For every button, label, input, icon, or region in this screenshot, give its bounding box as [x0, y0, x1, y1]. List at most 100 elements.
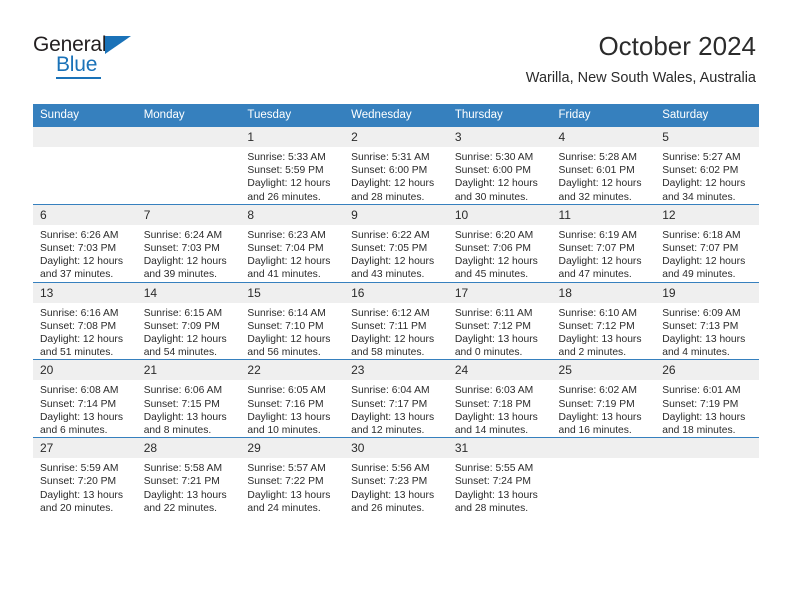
day-number: 1: [240, 127, 345, 147]
sunset-time: Sunset: 7:17 PM: [351, 398, 428, 410]
daylight-duration-line2: and 51 minutes.: [40, 347, 114, 359]
calendar-day-cell[interactable]: 16 Sunrise: 6:12 AM Sunset: 7:11 PM Dayligh…: [344, 281, 448, 360]
sunrise-time: Sunrise: 6:14 AM: [247, 307, 326, 319]
daylight-duration-line2: and 22 minutes.: [143, 502, 217, 514]
sunset-time: Sunset: 7:07 PM: [662, 243, 739, 255]
calendar-day-cell-empty: [33, 127, 137, 204]
weekday-header-saturday: Saturday: [655, 104, 759, 127]
calendar-day-cell[interactable]: 15 Sunrise: 6:14 AM Sunset: 7:10 PM Dayligh…: [240, 281, 345, 360]
calendar-day-cell[interactable]: 13 Sunrise: 6:16 AM Sunset: 7:08 PM Dayligh…: [33, 281, 137, 360]
calendar-day-cell-empty: [136, 127, 241, 204]
day-number: 12: [655, 204, 759, 225]
calendar-day-cell[interactable]: 20 Sunrise: 6:08 AM Sunset: 7:14 PM Dayligh…: [33, 359, 137, 438]
sunset-time: Sunset: 7:07 PM: [558, 243, 635, 255]
day-details: Sunrise: 5:28 AM Sunset: 6:01 PM Daylight:…: [552, 147, 656, 204]
calendar-day-cell[interactable]: 28 Sunrise: 5:58 AM Sunset: 7:21 PM Dayligh…: [136, 437, 241, 516]
sunset-time: Sunset: 6:02 PM: [662, 165, 739, 177]
daylight-duration-line1: Daylight: 12 hours: [247, 178, 331, 190]
sunset-time: Sunset: 7:05 PM: [351, 243, 428, 255]
daylight-duration-line1: Daylight: 12 hours: [351, 256, 435, 268]
day-number: 14: [136, 282, 241, 303]
sunrise-time: Sunrise: 6:12 AM: [351, 307, 430, 319]
calendar-day-cell[interactable]: 21 Sunrise: 6:06 AM Sunset: 7:15 PM Dayligh…: [136, 359, 241, 438]
calendar-day-cell[interactable]: 25 Sunrise: 6:02 AM Sunset: 7:19 PM Dayligh…: [551, 359, 656, 438]
sunrise-time: Sunrise: 5:58 AM: [143, 463, 223, 475]
calendar-day-cell[interactable]: 9 Sunrise: 6:22 AM Sunset: 7:05 PM Daylight…: [344, 203, 448, 283]
calendar-day-cell[interactable]: 5 Sunrise: 5:27 AM Sunset: 6:02 PM Daylight…: [655, 127, 759, 204]
daylight-duration-line1: Daylight: 12 hours: [40, 256, 123, 268]
calendar-day-cell[interactable]: 30 Sunrise: 5:56 AM Sunset: 7:23 PM Dayligh…: [344, 437, 448, 516]
calendar-day-cell[interactable]: 10 Sunrise: 6:20 AM Sunset: 7:06 PM Dayligh…: [447, 203, 552, 283]
calendar-day-cell[interactable]: 26 Sunrise: 6:01 AM Sunset: 7:19 PM Dayligh…: [655, 359, 759, 438]
sunset-time: Sunset: 7:16 PM: [247, 398, 324, 410]
daylight-duration-line2: and 26 minutes.: [247, 191, 321, 203]
day-number: 26: [655, 360, 759, 381]
day-number: 5: [655, 127, 759, 147]
calendar-body: 1 Sunrise: 5:33 AM Sunset: 5:59 PM Daylight…: [33, 127, 759, 516]
daylight-duration-line1: Daylight: 12 hours: [143, 334, 227, 346]
daylight-duration-line1: Daylight: 12 hours: [454, 178, 538, 190]
sunset-time: Sunset: 6:00 PM: [454, 165, 531, 177]
day-details: Sunrise: 6:03 AM Sunset: 7:18 PM Daylight:…: [448, 380, 552, 437]
calendar-day-cell[interactable]: 4 Sunrise: 5:28 AM Sunset: 6:01 PM Daylight…: [551, 127, 656, 204]
daylight-duration-line2: and 32 minutes.: [558, 191, 632, 203]
sunset-time: Sunset: 7:19 PM: [662, 398, 739, 410]
weekday-header-friday: Friday: [551, 104, 656, 127]
day-details: Sunrise: 5:57 AM Sunset: 7:22 PM Daylight:…: [240, 458, 344, 515]
daylight-duration-line2: and 12 minutes.: [351, 425, 425, 437]
day-details: Sunrise: 6:01 AM Sunset: 7:19 PM Daylight:…: [655, 380, 759, 437]
daylight-duration-line2: and 8 minutes.: [143, 425, 212, 437]
calendar-day-cell[interactable]: 11 Sunrise: 6:19 AM Sunset: 7:07 PM Dayligh…: [551, 203, 656, 283]
calendar-day-cell[interactable]: 22 Sunrise: 6:05 AM Sunset: 7:16 PM Dayligh…: [240, 359, 345, 438]
calendar-day-cell[interactable]: 31 Sunrise: 5:55 AM Sunset: 7:24 PM Dayligh…: [447, 437, 552, 516]
calendar-day-cell[interactable]: 6 Sunrise: 6:26 AM Sunset: 7:03 PM Daylight…: [33, 203, 137, 283]
day-number: 16: [344, 282, 448, 303]
calendar-day-cell[interactable]: 19 Sunrise: 6:09 AM Sunset: 7:13 PM Dayligh…: [655, 281, 759, 360]
calendar-day-cell[interactable]: 1 Sunrise: 5:33 AM Sunset: 5:59 PM Daylight…: [240, 127, 345, 204]
daylight-duration-line1: Daylight: 12 hours: [40, 334, 123, 346]
sunrise-time: Sunrise: 6:04 AM: [351, 385, 430, 397]
title-block: October 2024 Warilla, New South Wales, A…: [526, 30, 756, 88]
daylight-duration-line2: and 43 minutes.: [351, 269, 425, 281]
calendar-week-row: 13 Sunrise: 6:16 AM Sunset: 7:08 PM Dayligh…: [33, 281, 759, 360]
day-number: [136, 127, 241, 147]
calendar-day-cell[interactable]: 17 Sunrise: 6:11 AM Sunset: 7:12 PM Dayligh…: [447, 281, 552, 360]
daylight-duration-line1: Daylight: 12 hours: [351, 334, 435, 346]
sunrise-time: Sunrise: 6:10 AM: [558, 307, 637, 319]
daylight-duration-line1: Daylight: 13 hours: [454, 411, 538, 423]
sunrise-time: Sunrise: 5:55 AM: [454, 463, 534, 475]
calendar-day-cell[interactable]: 3 Sunrise: 5:30 AM Sunset: 6:00 PM Daylight…: [447, 127, 552, 204]
daylight-duration-line2: and 58 minutes.: [351, 347, 425, 359]
daylight-duration-line1: Daylight: 13 hours: [143, 411, 227, 423]
general-blue-logo[interactable]: General Blue: [33, 33, 143, 79]
calendar-day-cell[interactable]: 14 Sunrise: 6:15 AM Sunset: 7:09 PM Dayligh…: [136, 281, 241, 360]
calendar-week-row: 6 Sunrise: 6:26 AM Sunset: 7:03 PM Daylight…: [33, 203, 759, 283]
calendar-day-cell[interactable]: 12 Sunrise: 6:18 AM Sunset: 7:07 PM Dayligh…: [655, 203, 759, 283]
day-number: 21: [136, 360, 241, 381]
daylight-duration-line1: Daylight: 12 hours: [247, 256, 331, 268]
day-number: 18: [551, 282, 656, 303]
daylight-duration-line2: and 14 minutes.: [454, 425, 529, 437]
calendar-day-cell[interactable]: 24 Sunrise: 6:03 AM Sunset: 7:18 PM Dayligh…: [447, 359, 552, 438]
calendar-day-cell[interactable]: 7 Sunrise: 6:24 AM Sunset: 7:03 PM Daylight…: [136, 203, 241, 283]
daylight-duration-line2: and 24 minutes.: [247, 502, 321, 514]
daylight-duration-line2: and 56 minutes.: [247, 347, 321, 359]
day-details: Sunrise: 6:12 AM Sunset: 7:11 PM Daylight:…: [344, 303, 448, 360]
logo-underline: [56, 77, 101, 79]
logo-triangle-icon: [105, 36, 131, 54]
daylight-duration-line1: Daylight: 13 hours: [662, 334, 746, 346]
sunset-time: Sunset: 7:18 PM: [454, 398, 531, 410]
calendar-day-cell[interactable]: 18 Sunrise: 6:10 AM Sunset: 7:12 PM Dayligh…: [551, 281, 656, 360]
calendar-day-cell[interactable]: 23 Sunrise: 6:04 AM Sunset: 7:17 PM Dayligh…: [344, 359, 448, 438]
calendar-day-cell[interactable]: 2 Sunrise: 5:31 AM Sunset: 6:00 PM Daylight…: [344, 127, 448, 204]
calendar-day-cell[interactable]: 29 Sunrise: 5:57 AM Sunset: 7:22 PM Dayligh…: [240, 437, 345, 516]
day-details: Sunrise: 6:06 AM Sunset: 7:15 PM Daylight:…: [137, 380, 241, 437]
day-number: 11: [551, 204, 656, 225]
calendar-day-cell[interactable]: 27 Sunrise: 5:59 AM Sunset: 7:20 PM Dayligh…: [33, 437, 137, 516]
day-details: Sunrise: 6:16 AM Sunset: 7:08 PM Daylight:…: [33, 303, 137, 360]
calendar-day-cell[interactable]: 8 Sunrise: 6:23 AM Sunset: 7:04 PM Daylight…: [240, 203, 345, 283]
daylight-duration-line2: and 0 minutes.: [454, 347, 523, 359]
sunrise-time: Sunrise: 6:16 AM: [40, 307, 119, 319]
day-number: 29: [240, 438, 345, 459]
calendar-header-row: Sunday Monday Tuesday Wednesday Thursday…: [33, 104, 759, 127]
